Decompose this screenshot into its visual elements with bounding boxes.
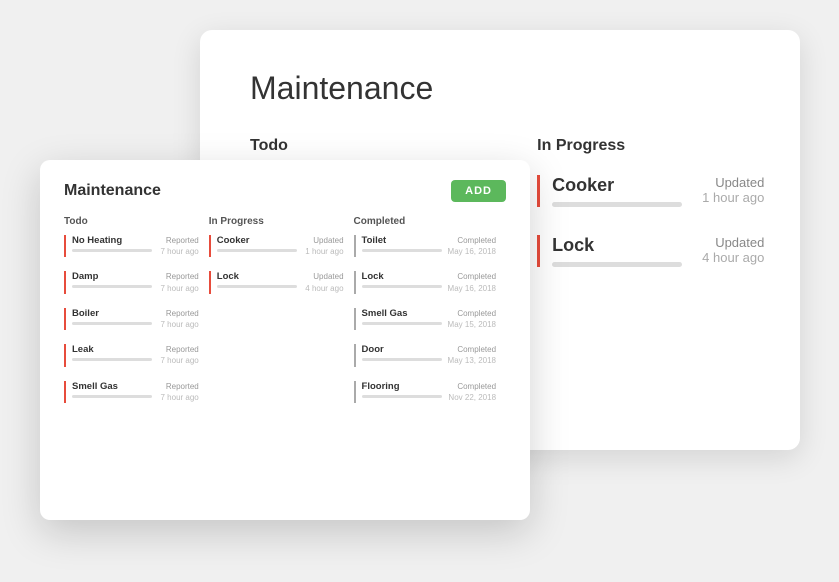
fg-item-bar [72,322,152,325]
fg-inprogress-item-0: Cooker Updated 1 hour ago [209,235,344,257]
bg-inprogress-col: In Progress Cooker Updated 1 hour ago Lo… [537,137,764,295]
fg-item-bar [362,395,442,398]
fg-completed-item-4: Flooring Completed Nov 22, 2018 [354,381,496,403]
add-button[interactable]: ADD [451,180,506,202]
fg-item-bar [362,285,442,288]
bg-item-status-lock: Updated 4 hour ago [702,235,764,265]
bg-page-title: Maintenance [250,70,750,107]
fg-item-bar [72,285,152,288]
fg-item-bar [362,249,442,252]
bg-item-name-lock: Lock [552,235,682,256]
bg-item-bar-lock [552,262,682,267]
bg-inprogress-item-cooker: Cooker Updated 1 hour ago [537,175,764,207]
fg-item-bar [72,358,152,361]
fg-completed-item-3: Door Completed May 13, 2018 [354,344,496,366]
fg-completed-item-0: Toilet Completed May 16, 2018 [354,235,496,257]
fg-todo-col-title: Todo [64,216,199,227]
bg-inprogress-item-lock: Lock Updated 4 hour ago [537,235,764,267]
fg-title: Maintenance [64,182,161,200]
fg-item-bar [72,249,152,252]
fg-inprogress-col: In Progress Cooker Updated 1 hour ago Lo… [209,216,354,417]
bg-item-status-cooker: Updated 1 hour ago [702,175,764,205]
fg-todo-item-1: Damp Reported 7 hour ago [64,271,199,293]
fg-completed-col-title: Completed [354,216,496,227]
fg-completed-item-1: Lock Completed May 16, 2018 [354,271,496,293]
fg-completed-item-2: Smell Gas Completed May 15, 2018 [354,308,496,330]
fg-columns: Todo No Heating Reported 7 hour ago Damp… [64,216,506,417]
fg-todo-item-3: Leak Reported 7 hour ago [64,344,199,366]
bg-item-name-cooker: Cooker [552,175,682,196]
fg-todo-col: Todo No Heating Reported 7 hour ago Damp… [64,216,209,417]
fg-item-bar [217,285,297,288]
fg-todo-item-4: Smell Gas Reported 7 hour ago [64,381,199,403]
fg-todo-item-0: No Heating Reported 7 hour ago [64,235,199,257]
fg-header: Maintenance ADD [64,180,506,202]
fg-todo-item-2: Boiler Reported 7 hour ago [64,308,199,330]
bg-todo-title: Todo [250,137,477,155]
fg-item-bar [72,395,152,398]
fg-completed-col: Completed Toilet Completed May 16, 2018 … [354,216,506,417]
fg-item-bar [217,249,297,252]
bg-inprogress-title: In Progress [537,137,764,155]
fg-item-bar [362,358,442,361]
bg-item-bar-cooker [552,202,682,207]
fg-inprogress-col-title: In Progress [209,216,344,227]
fg-inprogress-item-1: Lock Updated 4 hour ago [209,271,344,293]
fg-item-bar [362,322,442,325]
foreground-card: Maintenance ADD Todo No Heating Reported… [40,160,530,520]
